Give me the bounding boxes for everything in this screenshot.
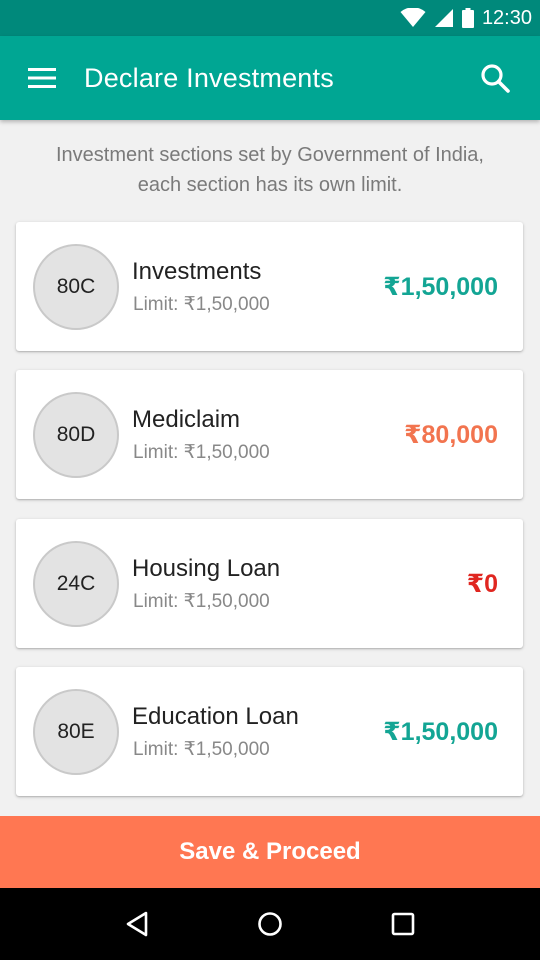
page-title: Declare Investments: [84, 62, 334, 93]
section-code-badge: 80C: [33, 244, 119, 330]
section-card-24c[interactable]: 24C Housing Loan Limit: ₹1,50,000 ₹0: [16, 519, 523, 648]
recents-icon: [392, 912, 415, 936]
save-proceed-button[interactable]: Save & Proceed: [0, 816, 540, 888]
section-card-80e[interactable]: 80E Education Loan Limit: ₹1,50,000 ₹1,5…: [16, 667, 523, 796]
wifi-icon: [400, 8, 426, 27]
signal-icon: [434, 9, 453, 27]
recents-button[interactable]: [373, 894, 433, 954]
search-button[interactable]: [450, 36, 540, 120]
battery-icon: [461, 8, 474, 28]
section-card-80d[interactable]: 80D Mediclaim Limit: ₹1,50,000 ₹80,000: [16, 370, 523, 499]
section-title: Mediclaim: [132, 406, 241, 433]
app-bar: Declare Investments: [0, 36, 540, 120]
section-title: Housing Loan: [132, 555, 281, 582]
status-time: 12:30: [481, 6, 532, 29]
home-icon: [258, 912, 282, 936]
intro-text: Investment sections set by Government of…: [56, 144, 484, 196]
back-icon: [126, 911, 147, 937]
menu-icon: [28, 68, 56, 88]
section-amount: ₹1,50,000: [383, 718, 498, 746]
section-limit: Limit: ₹1,50,000: [133, 591, 270, 612]
section-limit: Limit: ₹1,50,000: [133, 739, 270, 760]
section-card-80c[interactable]: 80C Investments Limit: ₹1,50,000 ₹1,50,0…: [16, 222, 523, 351]
section-amount: ₹1,50,000: [383, 273, 498, 301]
navigation-bar: [0, 888, 540, 960]
section-amount: ₹0: [466, 570, 498, 598]
home-button[interactable]: [240, 894, 300, 954]
section-title: Education Loan: [132, 703, 299, 730]
search-icon: [481, 64, 510, 93]
menu-button[interactable]: [0, 36, 84, 120]
section-code-badge: 80D: [33, 392, 119, 478]
status-bar: 12:30: [0, 0, 540, 36]
section-limit: Limit: ₹1,50,000: [133, 294, 270, 315]
section-amount: ₹80,000: [404, 421, 498, 449]
section-code-badge: 80E: [33, 689, 119, 775]
section-code-badge: 24C: [33, 541, 119, 627]
section-limit: Limit: ₹1,50,000: [133, 442, 270, 463]
back-button[interactable]: [107, 894, 167, 954]
section-title: Investments: [132, 258, 262, 285]
